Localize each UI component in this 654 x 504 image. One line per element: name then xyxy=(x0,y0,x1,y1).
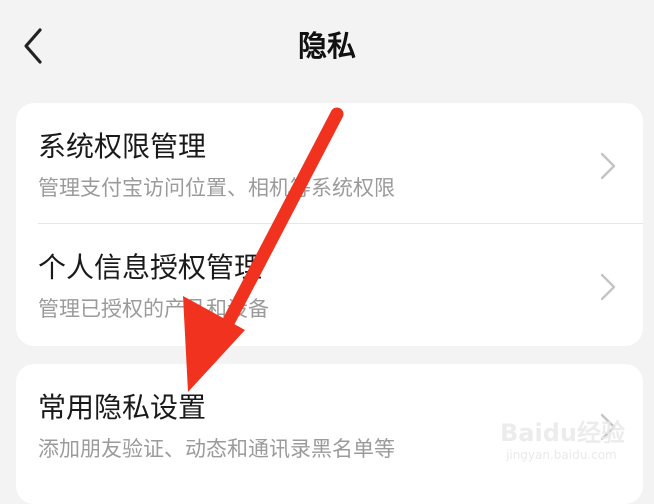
page-title: 隐私 xyxy=(297,29,356,63)
item-title: 系统权限管理 xyxy=(38,130,207,163)
item-title: 常用隐私设置 xyxy=(38,391,207,424)
item-subtitle: 管理支付宝访问位置、相机等系统权限 xyxy=(38,176,395,200)
chevron-right-icon xyxy=(599,272,617,302)
list-item-common-privacy-settings[interactable]: 常用隐私设置 添加朋友验证、动态和通讯录黑名单等 xyxy=(16,364,643,485)
item-title: 个人信息授权管理 xyxy=(38,251,263,284)
item-subtitle: 添加朋友验证、动态和通讯录黑名单等 xyxy=(38,437,395,461)
privacy-settings-card: 系统权限管理 管理支付宝访问位置、相机等系统权限 个人信息授权管理 管理已授权的… xyxy=(16,103,643,346)
list-item-system-permissions[interactable]: 系统权限管理 管理支付宝访问位置、相机等系统权限 xyxy=(16,103,643,224)
common-privacy-card: 常用隐私设置 添加朋友验证、动态和通讯录黑名单等 xyxy=(16,364,643,504)
list-item-personal-info-authorization[interactable]: 个人信息授权管理 管理已授权的产品和设备 xyxy=(16,224,643,345)
chevron-right-icon xyxy=(599,151,617,181)
chevron-right-icon xyxy=(599,412,617,442)
item-subtitle: 管理已授权的产品和设备 xyxy=(38,297,269,321)
header-bar: 隐私 xyxy=(0,0,654,92)
